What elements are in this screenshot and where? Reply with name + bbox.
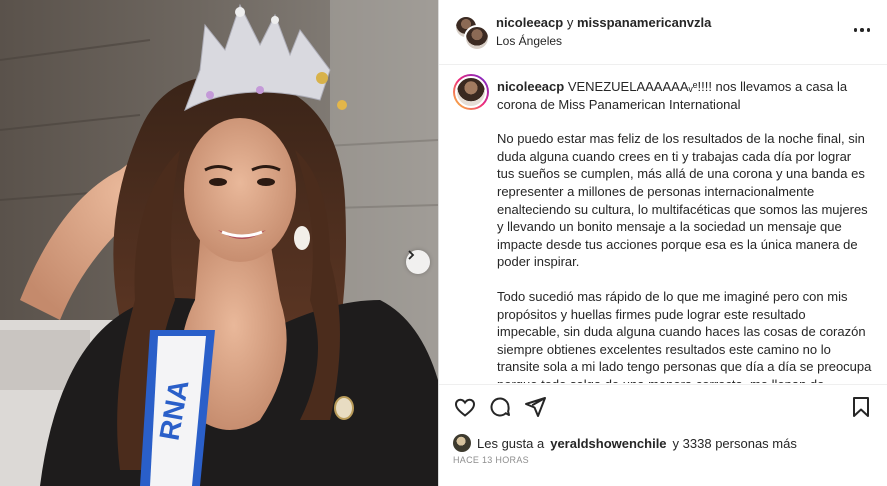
- avatar: [453, 434, 471, 452]
- carousel-next-button[interactable]: [406, 250, 430, 274]
- post-panel: nicoleeacp y misspanamericanvzla Los Áng…: [438, 0, 887, 486]
- post-owners: nicoleeacp y misspanamericanvzla: [496, 15, 711, 30]
- post-timestamp[interactable]: HACE 13 HORAS: [453, 455, 529, 465]
- liker-username-link[interactable]: yeraldshowenchile: [550, 436, 666, 451]
- caption-paragraph: Todo sucedió mas rápido de lo que me ima…: [497, 288, 872, 383]
- likes-count-link[interactable]: y 3338 personas más: [673, 436, 797, 451]
- caption-username-link[interactable]: nicoleeacp: [497, 79, 564, 94]
- caption-avatar[interactable]: [453, 74, 489, 110]
- post-header: nicoleeacp y misspanamericanvzla Los Áng…: [439, 0, 887, 65]
- chevron-right-icon: [408, 250, 415, 260]
- more-options-button[interactable]: [851, 22, 873, 38]
- instagram-post: RNA nicoleeacp y misspanamericanvzla Los…: [0, 0, 887, 486]
- likes-prefix: Les gusta a: [477, 435, 545, 451]
- photo-illustration: RNA: [0, 0, 438, 486]
- owner-username-link[interactable]: nicoleeacp: [496, 15, 563, 30]
- likes-summary[interactable]: Les gusta a yeraldshowenchile y 3338 per…: [453, 433, 797, 453]
- heart-icon[interactable]: [453, 395, 477, 419]
- collaborator-username-link[interactable]: misspanamericanvzla: [577, 15, 711, 30]
- comment-icon[interactable]: [488, 395, 512, 419]
- caption-paragraph: No puedo estar mas feliz de los resultad…: [497, 131, 868, 270]
- caption: nicoleeacp VENEZUELAAAAAAᵥᵉ!!!! nos llev…: [497, 78, 872, 383]
- owner-conjunction: y: [566, 15, 574, 30]
- location-link[interactable]: Los Ángeles: [496, 34, 562, 48]
- collab-avatars[interactable]: [454, 15, 490, 51]
- bookmark-icon[interactable]: [849, 395, 873, 419]
- action-bar: [439, 384, 887, 430]
- avatar[interactable]: [464, 25, 490, 51]
- caption-scroll-area[interactable]: nicoleeacp VENEZUELAAAAAAᵥᵉ!!!! nos llev…: [439, 65, 887, 383]
- send-icon[interactable]: [523, 395, 547, 419]
- more-horizontal-icon: [853, 28, 858, 32]
- post-photo[interactable]: RNA: [0, 0, 438, 486]
